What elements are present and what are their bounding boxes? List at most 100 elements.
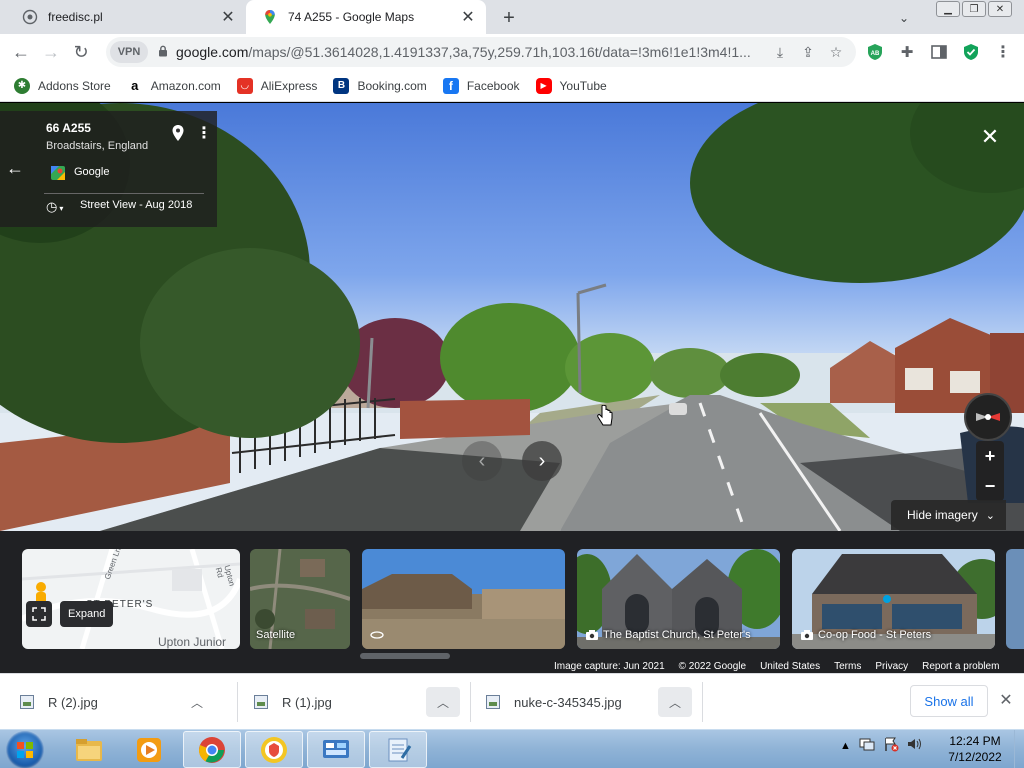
capture-date[interactable]: Street View - Aug 2018 — [80, 199, 192, 211]
tab-strip: freedisc.pl ✕ 74 A255 - Google Maps ✕ + … — [0, 0, 1024, 34]
report-problem-link[interactable]: Report a problem — [922, 661, 999, 672]
lock-icon[interactable] — [158, 45, 168, 60]
url-text[interactable]: google.com/maps/@51.3614028,1.4191337,3a… — [176, 44, 766, 60]
chevron-up-icon[interactable]: ︿ — [180, 687, 214, 717]
close-downloads-icon[interactable]: ✕ — [996, 690, 1016, 710]
compass-icon[interactable] — [964, 393, 1012, 441]
restore-button[interactable]: ❐ — [962, 1, 986, 17]
chevron-right-icon[interactable]: › — [522, 441, 562, 481]
bookmark-label: Addons Store — [38, 78, 111, 93]
tab-google-maps[interactable]: 74 A255 - Google Maps ✕ — [246, 0, 486, 34]
show-all-downloads-button[interactable]: Show all — [910, 685, 988, 717]
reload-button[interactable]: ↻ — [66, 37, 96, 67]
tab-title: freedisc.pl — [48, 10, 103, 24]
google-maps-icon — [51, 166, 65, 180]
terms-link[interactable]: Terms — [834, 661, 861, 672]
start-button[interactable] — [6, 731, 44, 768]
booking-icon: B — [333, 77, 350, 94]
facebook-icon: f — [442, 77, 459, 94]
photo-card-partial[interactable] — [1006, 549, 1024, 649]
taskbar-chrome[interactable] — [183, 731, 241, 768]
bookmarks-bar: ✱ Addons Store a Amazon.com ◡ AliExpress… — [0, 70, 1024, 102]
taskbar-control-panel[interactable] — [307, 731, 365, 768]
tab-freedisc[interactable]: freedisc.pl ✕ — [6, 0, 246, 34]
network-icon[interactable] — [859, 737, 875, 754]
chevron-up-icon[interactable]: ︿ — [426, 687, 460, 717]
bookmark-star-icon[interactable]: ☆ — [822, 44, 850, 61]
country-link[interactable]: United States — [760, 661, 820, 672]
hide-imagery-button[interactable]: Hide imagery ⌄ — [891, 500, 1006, 530]
taskbar-clock[interactable]: 12:24 PM 7/12/2022 — [940, 733, 1010, 765]
minimize-button[interactable]: ▁ — [936, 1, 960, 17]
more-options-icon[interactable]: ⋮ — [196, 123, 212, 143]
taskbar-notepad[interactable] — [369, 731, 427, 768]
place-address[interactable]: 66 A255 — [46, 121, 91, 135]
folder-icon — [76, 738, 102, 761]
bookmark-aliexpress[interactable]: ◡ AliExpress — [236, 77, 317, 94]
window-controls: ▁ ❐ ✕ — [936, 1, 1012, 17]
chevron-up-icon[interactable]: ︿ — [658, 687, 692, 717]
amazon-icon: a — [126, 77, 143, 94]
mini-map-card[interactable]: Green Ln Upton Rd ST PETER'S Upton Junio… — [22, 549, 240, 649]
vpn-badge[interactable]: VPN — [110, 41, 148, 63]
map-pin-icon[interactable] — [170, 124, 186, 142]
close-tab-icon[interactable]: ✕ — [458, 7, 478, 27]
aliexpress-icon: ◡ — [236, 77, 253, 94]
privacy-link[interactable]: Privacy — [875, 661, 908, 672]
bookmark-label: YouTube — [559, 78, 607, 93]
media-player-icon — [137, 737, 161, 762]
photo-card-coop-food[interactable]: Co-op Food - St Peters — [792, 549, 995, 649]
share-icon[interactable]: ⇪ — [794, 44, 822, 61]
bookmark-addons-store[interactable]: ✱ Addons Store — [14, 77, 111, 94]
satellite-card[interactable]: Satellite — [250, 549, 350, 649]
history-clock-icon[interactable]: ◷ ▾ — [46, 199, 63, 215]
street-view-panorama[interactable]: 66 A255 Broadstairs, England ⋮ Google ◷ ▾… — [0, 103, 1024, 531]
download-item[interactable]: R (2).jpg ︿ — [0, 684, 214, 720]
download-item[interactable]: nuke-c-345345.jpg ︿ — [466, 684, 692, 720]
side-panel-icon[interactable] — [928, 41, 950, 63]
action-center-flag-icon[interactable] — [883, 736, 899, 755]
chevron-left-icon[interactable]: ‹ — [462, 441, 502, 481]
show-desktop-button[interactable] — [1014, 730, 1024, 768]
shield-check-icon[interactable] — [960, 41, 982, 63]
volume-icon[interactable] — [907, 737, 923, 754]
hand-cursor-icon — [597, 405, 613, 426]
photo-card-baptist-church[interactable]: The Baptist Church, St Peter's — [577, 549, 780, 649]
photo-card-panorama[interactable] — [362, 549, 565, 649]
back-button[interactable]: ← — [6, 37, 36, 67]
forward-button[interactable]: → — [36, 37, 66, 67]
bookmark-booking[interactable]: B Booking.com — [333, 77, 427, 94]
bookmark-facebook[interactable]: f Facebook — [442, 77, 520, 94]
bookmark-youtube[interactable]: ▶ YouTube — [535, 77, 607, 94]
360-icon — [370, 631, 384, 639]
tray-expand-icon[interactable]: ▲ — [840, 740, 851, 752]
taskbar-media-player[interactable] — [120, 731, 178, 768]
strip-scrollbar[interactable] — [360, 653, 450, 659]
zoom-in-button[interactable]: + — [976, 441, 1004, 471]
expand-map-button[interactable] — [26, 601, 52, 627]
close-tab-icon[interactable]: ✕ — [218, 7, 238, 27]
taskbar-vpn-app[interactable] — [245, 731, 303, 768]
bookmark-amazon[interactable]: a Amazon.com — [126, 77, 221, 94]
control-panel-icon — [323, 739, 349, 758]
install-app-icon[interactable]: ⤓ — [766, 44, 794, 61]
adblock-extension-icon[interactable]: AB — [864, 41, 886, 63]
download-filename: R (1).jpg — [282, 694, 332, 710]
notepad-icon — [388, 738, 412, 761]
back-arrow-icon[interactable]: ← — [4, 157, 26, 179]
panorama-photo-image — [362, 549, 565, 649]
address-bar[interactable]: VPN google.com/maps/@51.3614028,1.419133… — [106, 37, 856, 67]
close-street-view-icon[interactable]: ✕ — [976, 123, 1004, 151]
place-locality: Broadstairs, England — [46, 140, 149, 152]
tab-search-icon[interactable]: ⌄ — [894, 8, 914, 28]
zoom-out-button[interactable]: − — [976, 471, 1004, 501]
menu-kebab-icon[interactable]: ⋮ — [992, 41, 1014, 63]
clock-date: 7/12/2022 — [948, 750, 1002, 764]
new-tab-button[interactable]: + — [498, 7, 520, 29]
browser-toolbar: ← → ↻ VPN google.com/maps/@51.3614028,1.… — [0, 34, 1024, 70]
downloads-bar: R (2).jpg ︿ R (1).jpg ︿ nuke-c-345345.jp… — [0, 673, 1024, 729]
extensions-puzzle-icon[interactable]: ✚ — [896, 41, 918, 63]
download-item[interactable]: R (1).jpg ︿ — [234, 684, 460, 720]
close-window-button[interactable]: ✕ — [988, 1, 1012, 17]
taskbar-explorer[interactable] — [60, 731, 118, 768]
